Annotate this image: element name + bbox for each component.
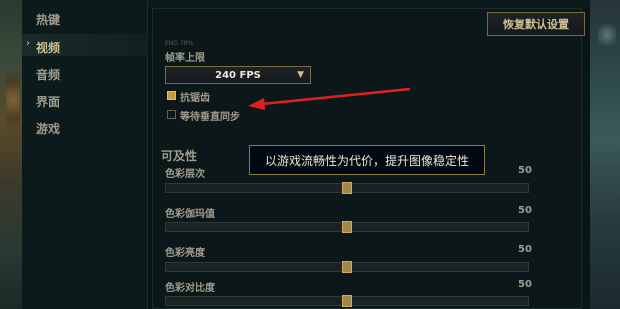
annotation-arrow-icon	[248, 87, 411, 110]
